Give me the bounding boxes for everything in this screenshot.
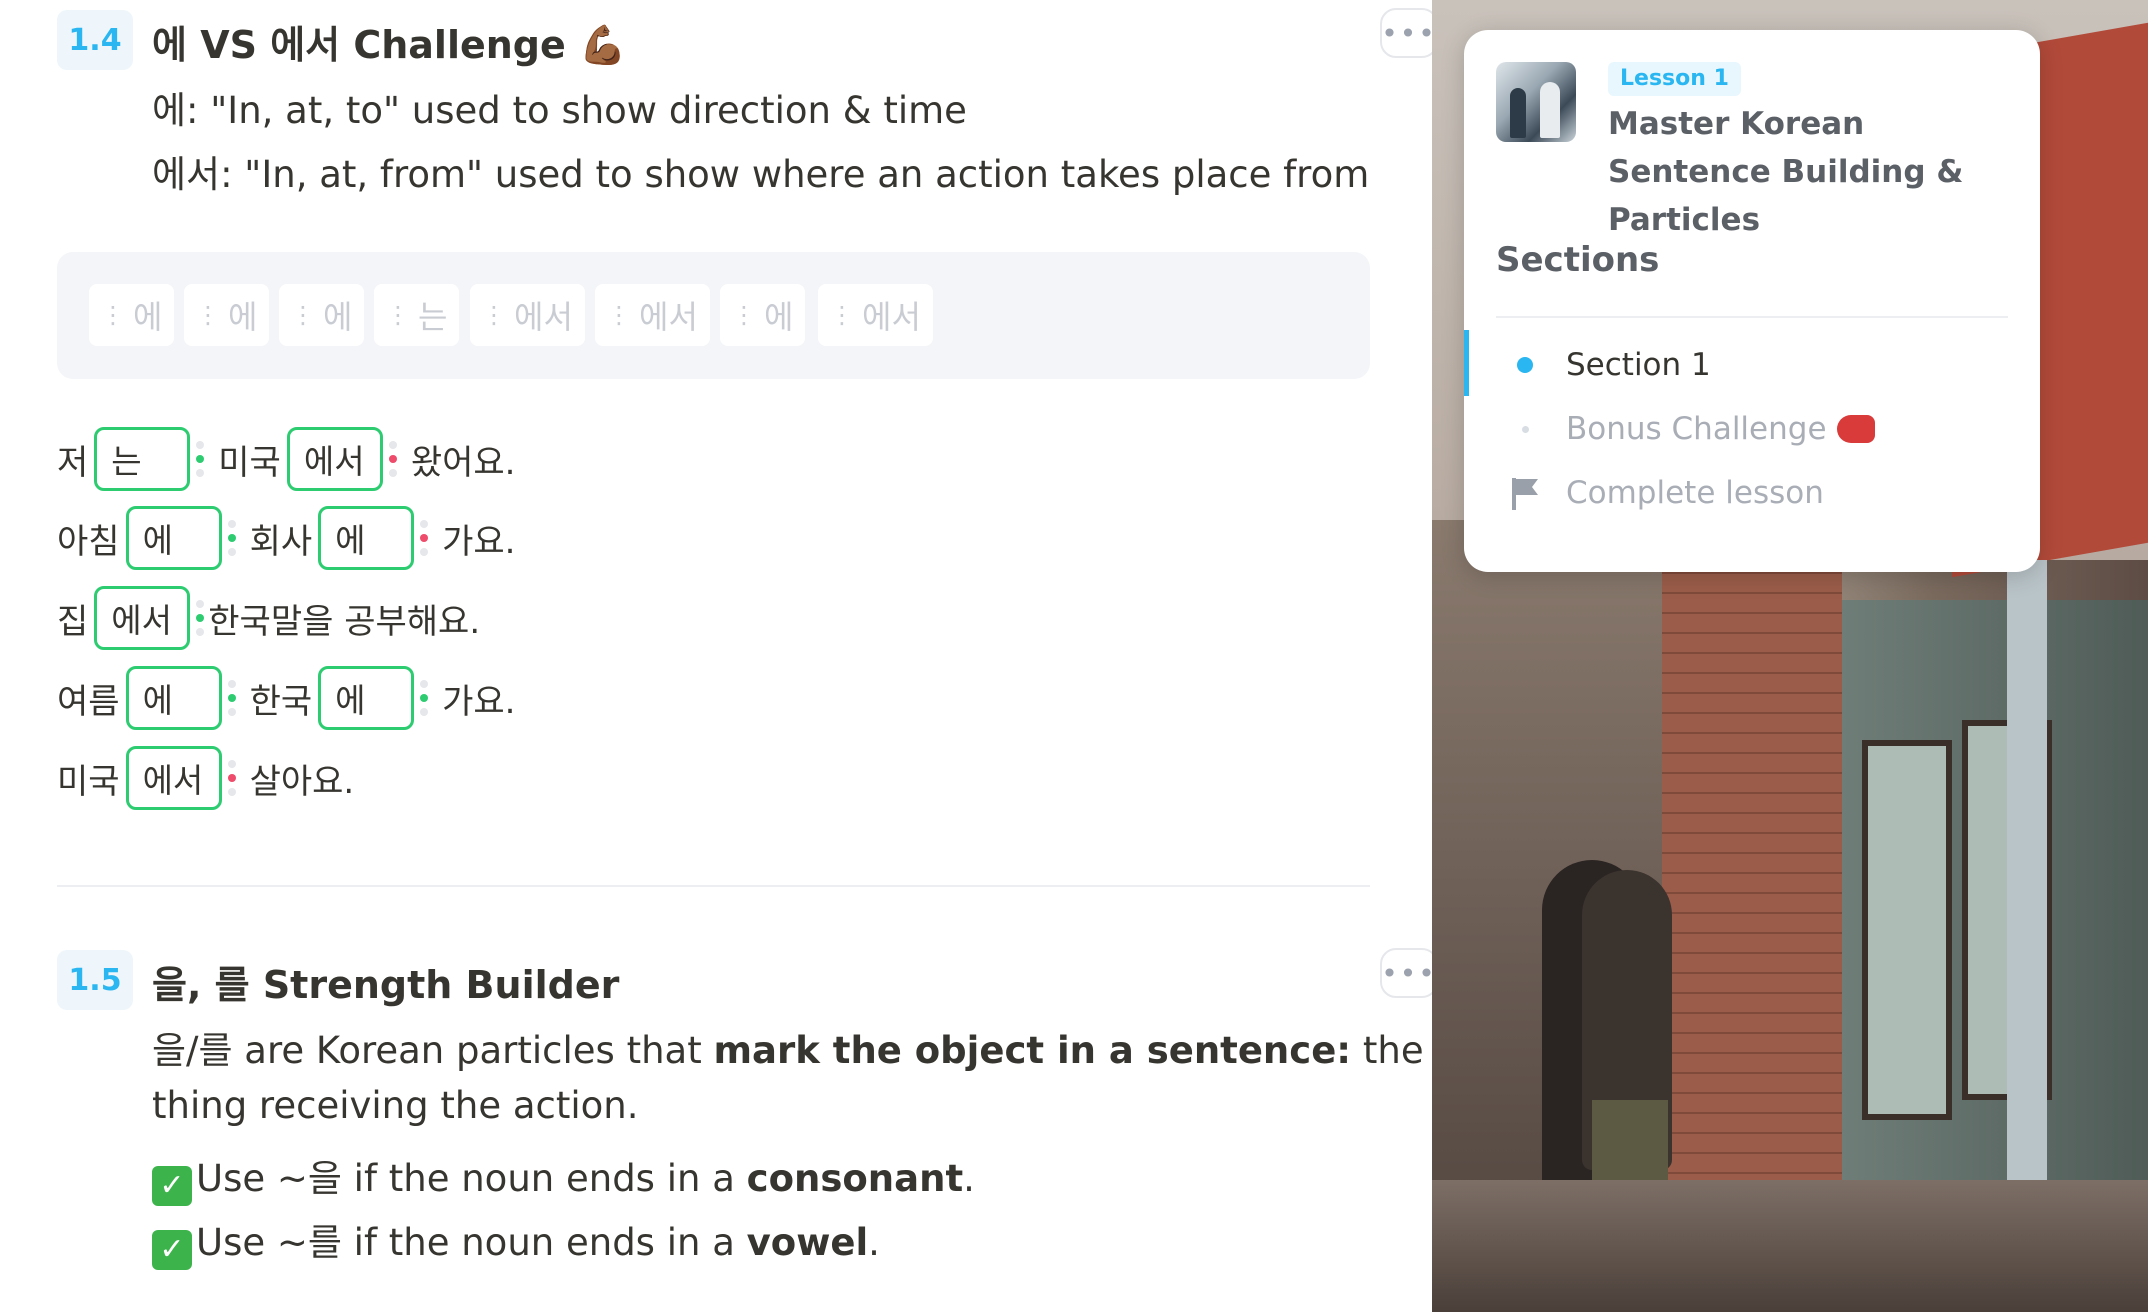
sentence-word: 왔어요.	[410, 442, 516, 483]
answer-blank[interactable]: 에서	[286, 427, 383, 491]
sentence-word: 아침	[57, 521, 120, 562]
word-chip[interactable]: ⋮ 는	[374, 284, 460, 346]
sentence-row: 여름 에 한국 에 가요.	[57, 666, 522, 730]
lesson-thumbnail	[1496, 62, 1576, 142]
answer-blank[interactable]: 에	[125, 666, 222, 730]
drag-handle-icon: ⋮	[607, 301, 631, 329]
answer-blank[interactable]: 에	[318, 506, 415, 570]
drag-handle-icon: ⋮	[830, 301, 854, 329]
active-section-indicator	[1464, 330, 1469, 396]
answer-blank[interactable]: 에서	[125, 746, 222, 810]
sentence-word: 집	[57, 601, 89, 642]
sentence-word: 미국	[218, 442, 281, 483]
sentence-word: 한국말을 공부해요.	[208, 601, 481, 642]
section-description-line: 에: "In, at, to" used to show direction &…	[152, 89, 967, 132]
sentence-row: 아침 에 회사 에 가요.	[57, 506, 522, 570]
drag-handle-icon: ⋮	[386, 301, 410, 329]
lesson-navigation-card: Lesson 1 Master Korean Sentence Building…	[1464, 30, 2040, 572]
lesson-content: 1.4 ••• 에 VS 에서 Challenge 💪🏾 에: "In, at,…	[0, 0, 1432, 1312]
lesson-title[interactable]: Master Korean Sentence Building & Partic…	[1608, 100, 2018, 244]
sections-heading: Sections	[1496, 240, 1660, 280]
section-description-line: ✓ Use ~를 if the noun ends in a vowel.	[152, 1212, 880, 1270]
section-item-bonus-challenge[interactable]: Bonus Challenge	[1496, 404, 1875, 454]
section-description-line: 에서: "In, at, from" used to show where an…	[152, 153, 1370, 196]
check-mark-icon: ✓	[152, 1166, 192, 1206]
sentence-row: 미국 에서 살아요.	[57, 746, 360, 810]
sentence-word: 한국	[249, 681, 313, 722]
more-icon: •••	[1381, 16, 1432, 50]
answer-status-indicator	[388, 431, 399, 487]
boxing-glove-icon	[1836, 415, 1875, 443]
card-divider	[1496, 316, 2008, 318]
section-divider	[57, 885, 1370, 887]
sentence-word: 여름	[57, 681, 120, 722]
word-chip[interactable]: ⋮ 에서	[818, 284, 933, 346]
sentence-word: 가요.	[442, 521, 516, 562]
word-chip[interactable]: ⋮ 에	[720, 284, 806, 346]
word-bank: ⋮ 에 ⋮ 에 ⋮ 에 ⋮ 는 ⋮ 에서 ⋮ 에서 ⋮ 에 ⋮ 에서	[57, 252, 1370, 379]
drag-handle-icon: ⋮	[732, 301, 756, 329]
more-icon: •••	[1381, 956, 1432, 990]
answer-status-indicator	[420, 510, 430, 566]
section-item-section-1[interactable]: Section 1	[1496, 340, 1711, 390]
sentence-row: 집 에서 한국말을 공부해요.	[57, 586, 486, 650]
answer-status-indicator	[420, 670, 430, 726]
drag-handle-icon: ⋮	[482, 301, 506, 329]
sentence-row: 저 는 미국 에서 왔어요.	[57, 427, 522, 491]
section-item-complete-lesson[interactable]: Complete lesson	[1496, 468, 1824, 518]
sentence-word: 미국	[57, 761, 120, 802]
drag-handle-icon: ⋮	[196, 301, 220, 329]
drag-handle-icon: ⋮	[291, 301, 315, 329]
active-dot-icon	[1517, 357, 1533, 373]
word-chip[interactable]: ⋮ 에서	[595, 284, 710, 346]
section-heading: 을, 를 Strength Builder	[152, 963, 620, 1007]
answer-blank[interactable]: 에서	[94, 586, 191, 650]
word-chip[interactable]: ⋮ 에	[184, 284, 270, 346]
sentence-word: 저	[57, 442, 89, 483]
drag-handle-icon: ⋮	[101, 301, 125, 329]
section-description-line: ✓ Use ~을 if the noun ends in a consonant.	[152, 1148, 975, 1206]
check-mark-icon: ✓	[152, 1230, 192, 1270]
section-heading: 에 VS 에서 Challenge 💪🏾	[152, 23, 627, 67]
answer-status-indicator	[227, 750, 238, 806]
answer-blank[interactable]: 는	[94, 427, 191, 491]
word-chip[interactable]: ⋮ 에	[279, 284, 365, 346]
sentence-word: 가요.	[442, 681, 516, 722]
sentence-word: 회사	[249, 521, 313, 562]
word-chip[interactable]: ⋮ 에	[89, 284, 175, 346]
sentence-word: 살아요.	[249, 761, 355, 802]
answer-blank[interactable]: 에	[318, 666, 415, 730]
more-options-button[interactable]: •••	[1380, 8, 1432, 58]
word-chip[interactable]: ⋮ 에서	[470, 284, 585, 346]
section-number-badge: 1.5	[57, 950, 133, 1010]
flag-icon	[1512, 478, 1538, 510]
answer-status-indicator	[196, 431, 206, 487]
section-description-line: thing receiving the action.	[152, 1084, 639, 1127]
lesson-number-badge: Lesson 1	[1608, 62, 1741, 96]
section-number-badge: 1.4	[57, 10, 133, 70]
section-description-line: 을/를 are Korean particles that mark the o…	[152, 1029, 1424, 1072]
answer-status-indicator	[227, 670, 238, 726]
answer-blank[interactable]: 에	[125, 506, 222, 570]
answer-status-indicator	[196, 590, 206, 646]
inactive-dot-icon	[1521, 425, 1529, 433]
more-options-button[interactable]: •••	[1380, 948, 1432, 998]
answer-status-indicator	[227, 510, 238, 566]
